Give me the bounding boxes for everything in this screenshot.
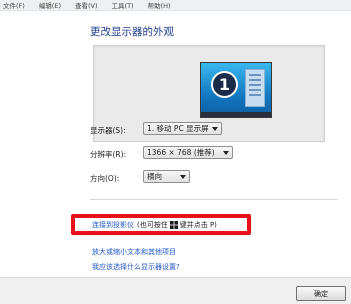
page-title: 更改显示器的外观 (90, 26, 174, 38)
projector-link-row: 连接到投影仪 (也可按住 键并点击 P) (92, 220, 217, 230)
menu-help[interactable]: 帮助(H) (148, 0, 171, 10)
menu-bar: 文件(F) 编辑(E) 查看(V) 工具(T) 帮助(H) (0, 0, 351, 11)
display-settings-panel: 更改显示器的外观 1 显示器(S): 1. 移动 PC 显示屏 分辨率(R): … (0, 11, 351, 304)
display-select-value: 1. 移动 PC 显示屏 (147, 124, 209, 133)
orientation-select[interactable]: 横向 (143, 170, 190, 183)
resolution-label: 分辨率(R): (90, 150, 127, 159)
display-label: 显示器(S): (90, 126, 126, 135)
resolution-select[interactable]: 1366 × 768 (推荐) (143, 146, 233, 159)
display-select[interactable]: 1. 移动 PC 显示屏 (143, 122, 222, 135)
resolution-select-value: 1366 × 768 (推荐) (147, 148, 215, 157)
orientation-label: 方向(O): (90, 174, 120, 183)
monitor-1-thumbnail[interactable]: 1 (200, 62, 272, 118)
ok-button[interactable]: 确定 (296, 286, 346, 301)
monitor-window-graphic (245, 69, 265, 107)
chevron-down-icon (212, 127, 218, 131)
text-size-link[interactable]: 放大或缩小文本和其他项目 (92, 247, 176, 257)
chevron-down-icon (223, 151, 229, 155)
menu-edit[interactable]: 编辑(E) (39, 0, 61, 10)
monitor-number-badge: 1 (211, 71, 238, 98)
menu-view[interactable]: 查看(V) (75, 0, 98, 10)
menu-tools[interactable]: 工具(T) (112, 0, 134, 10)
projector-hint-suffix: 键并点击 P) (179, 221, 217, 229)
projector-hint-prefix: (也可按住 (137, 221, 168, 229)
which-settings-link[interactable]: 我应该选择什么显示器设置? (92, 262, 180, 272)
menu-file[interactable]: 文件(F) (3, 0, 25, 10)
chevron-down-icon (180, 175, 186, 179)
button-bar: 确定 (0, 277, 351, 304)
orientation-select-value: 横向 (147, 172, 162, 181)
section-divider (90, 199, 338, 200)
windows-logo-icon (169, 221, 178, 229)
connect-projector-link[interactable]: 连接到投影仪 (92, 220, 134, 230)
monitor-taskbar-graphic (201, 112, 271, 117)
